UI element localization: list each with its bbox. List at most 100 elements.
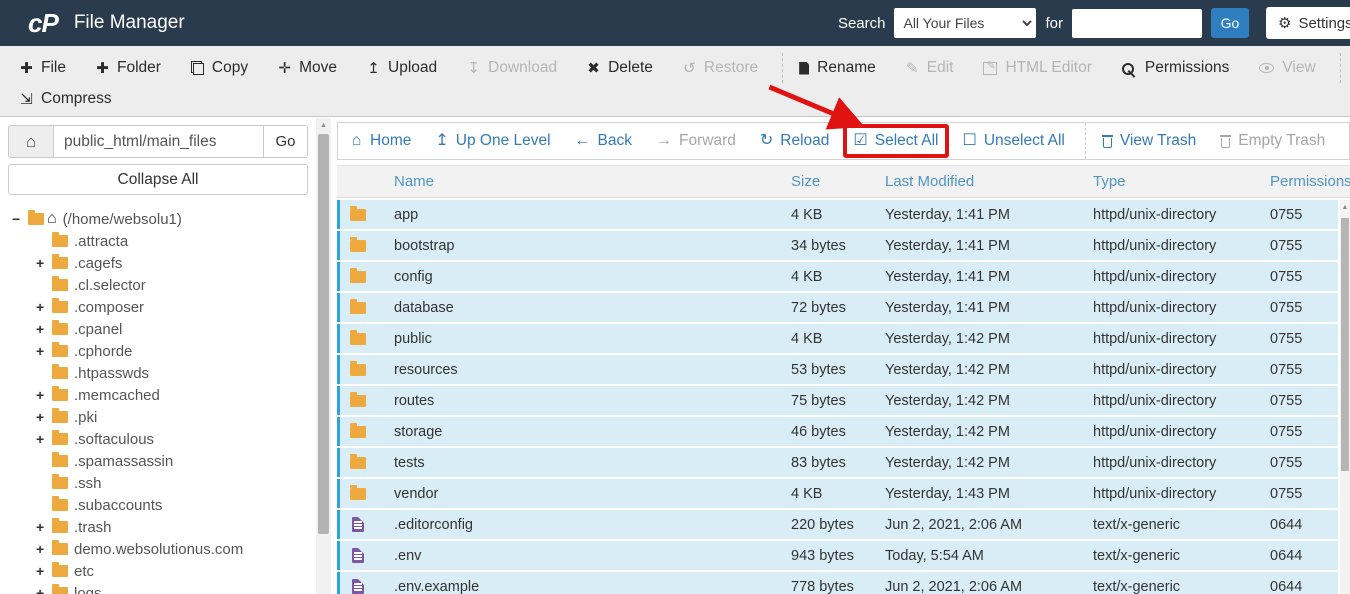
nav-item-home[interactable]: ⌂ Home [350,132,412,150]
folder-icon [52,254,68,269]
toolbar-permissions-button[interactable]: Permissions [1121,59,1229,77]
table-row[interactable]: routes 75 bytes Yesterday, 1:42 PM httpd/un… [337,386,1338,415]
path-input[interactable] [54,126,263,157]
expand-icon[interactable]: + [36,321,52,337]
nav-item-reload[interactable]: ↻ Reload [760,132,830,150]
collapse-all-button[interactable]: Collapse All [8,164,308,195]
table-row[interactable]: config 4 KB Yesterday, 1:41 PM httpd/unix-d… [337,262,1338,291]
tree-item-label[interactable]: .attracta [74,233,128,250]
tree-item[interactable]: + .cphorde [12,340,316,362]
tree-item[interactable]: + .cpanel [12,318,316,340]
tree-item-label[interactable]: logs [74,585,102,594]
path-go-button[interactable]: Go [263,126,307,157]
column-header-last-modified[interactable]: Last Modified [885,173,1093,190]
table-row[interactable]: tests 83 bytes Yesterday, 1:42 PM httpd/uni… [337,448,1338,477]
tree-item-label[interactable]: .ssh [74,475,102,492]
table-row[interactable]: database 72 bytes Yesterday, 1:41 PM httpd/… [337,293,1338,322]
tree-item[interactable]: + .trash [12,516,316,538]
tree-item-label[interactable]: .memcached [74,387,160,404]
settings-button[interactable]: ⚙ Settings [1266,7,1350,39]
tree-item-label[interactable]: .subaccounts [74,497,162,514]
toolbar-compress-button[interactable]: ⇲ Compress [20,90,111,108]
nav-item-back[interactable]: ← Back [575,132,632,150]
table-row[interactable]: bootstrap 34 bytes Yesterday, 1:41 PM httpd… [337,231,1338,260]
tree-item-label[interactable]: .cpanel [74,321,122,338]
tree-item-label[interactable]: .htpasswds [74,365,149,382]
expand-icon[interactable]: + [36,255,52,271]
column-header-type[interactable]: Type [1093,173,1270,190]
tree-item[interactable]: .htpasswds [12,362,316,384]
tree-item[interactable]: + .memcached [12,384,316,406]
tree-item[interactable]: + .softaculous [12,428,316,450]
tree-item[interactable]: + .composer [12,296,316,318]
expand-icon[interactable]: + [36,563,52,579]
tree-item-label[interactable]: .cphorde [74,343,132,360]
expand-icon[interactable]: + [36,519,52,535]
table-scrollbar-thumb[interactable] [1341,218,1349,471]
toolbar-delete-button[interactable]: ✖ Delete [587,59,653,77]
expand-icon[interactable]: + [36,387,52,403]
nav-item-up-one-level[interactable]: ↥ Up One Level [435,132,550,150]
expand-icon[interactable]: + [36,431,52,447]
tree-item[interactable]: + etc [12,560,316,582]
table-scrollbar[interactable]: ▲ [1340,200,1350,594]
toolbar-upload-button[interactable]: ↥ Upload [367,59,437,77]
expand-icon[interactable]: + [36,585,52,594]
tree-item-label[interactable]: .softaculous [74,431,154,448]
home-icon: ⌂ [47,210,57,227]
collapse-icon[interactable]: − [12,211,28,227]
tree-item[interactable]: .attracta [12,230,316,252]
search-scope-select[interactable]: All Your Files [894,8,1037,38]
tree-item[interactable]: .subaccounts [12,494,316,516]
scroll-up-arrow-icon[interactable]: ▲ [1340,200,1350,214]
nav-item-unselect-all[interactable]: ☐ Unselect All [963,132,1065,150]
tree-item[interactable]: + .cagefs [12,252,316,274]
expand-icon[interactable]: + [36,343,52,359]
toolbar-rename-button[interactable]: Rename [799,59,876,77]
tree-item-label[interactable]: etc [74,563,94,580]
nav-item-view-trash[interactable]: View Trash [1101,132,1196,150]
search-go-button[interactable]: Go [1211,8,1249,38]
tree-item-label[interactable]: .trash [74,519,112,536]
sidebar-scrollbar[interactable]: ▲ [316,118,331,594]
tree-item-label[interactable]: (/home/websolu1) [63,211,182,228]
table-row[interactable]: .env.example 778 bytes Jun 2, 2021, 2:06 A… [337,572,1338,594]
tree-item-label[interactable]: .cagefs [74,255,122,272]
column-header-permissions[interactable]: Permissions [1270,173,1350,190]
home-path-addon[interactable]: ⌂ [9,126,54,157]
tree-item[interactable]: .spamassassin [12,450,316,472]
column-header-name[interactable]: Name [376,173,791,190]
column-header-size[interactable]: Size [791,173,885,190]
tree-item[interactable]: − ⌂ (/home/websolu1) [12,208,316,230]
tree-item-label[interactable]: .cl.selector [74,277,146,294]
tree-item[interactable]: .ssh [12,472,316,494]
table-row[interactable]: app 4 KB Yesterday, 1:41 PM httpd/unix-dire… [337,200,1338,229]
expand-icon[interactable]: + [36,409,52,425]
table-row[interactable]: public 4 KB Yesterday, 1:42 PM httpd/unix-d… [337,324,1338,353]
nav-item-select-all[interactable]: ☑ Select All [853,132,938,150]
expand-icon[interactable]: + [36,541,52,557]
toolbar-folder-button[interactable]: ✚ Folder [96,59,161,77]
tree-item[interactable]: + demo.websolutionus.com [12,538,316,560]
table-row[interactable]: storage 46 bytes Yesterday, 1:42 PM httpd/u… [337,417,1338,446]
toolbar-move-button[interactable]: ✛ Move [278,59,337,77]
sidebar-scrollbar-thumb[interactable] [318,134,329,534]
search-input[interactable] [1072,8,1202,38]
table-row[interactable]: resources 53 bytes Yesterday, 1:42 PM httpd… [337,355,1338,384]
toolbar-file-button[interactable]: ✚ File [20,59,66,77]
scroll-up-arrow-icon[interactable]: ▲ [316,118,331,132]
back-label: Back [597,132,633,149]
table-row[interactable]: .env 943 bytes Today, 5:54 AM text/x-generi… [337,541,1338,570]
tree-item[interactable]: + logs [12,582,316,594]
tree-item-label[interactable]: demo.websolutionus.com [74,541,243,558]
expand-icon[interactable]: + [36,299,52,315]
tree-item[interactable]: .cl.selector [12,274,316,296]
tree-item-label[interactable]: .pki [74,409,97,426]
toolbar-copy-button[interactable]: Copy [190,59,248,77]
tree-item[interactable]: + .pki [12,406,316,428]
tree-item-label[interactable]: .composer [74,299,144,316]
last-modified: Yesterday, 1:42 PM [885,330,1010,347]
tree-item-label[interactable]: .spamassassin [74,453,173,470]
table-row[interactable]: .editorconfig 220 bytes Jun 2, 2021, 2:06 … [337,510,1338,539]
table-row[interactable]: vendor 4 KB Yesterday, 1:43 PM httpd/unix-d… [337,479,1338,508]
